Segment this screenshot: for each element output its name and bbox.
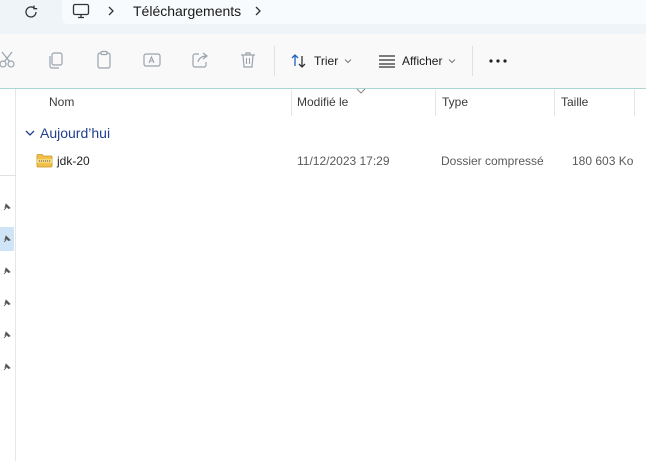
sort-descending-icon bbox=[356, 88, 366, 94]
chevron-down-icon bbox=[449, 59, 456, 64]
pin-icon[interactable] bbox=[0, 195, 14, 219]
column-divider[interactable] bbox=[554, 90, 555, 116]
view-button[interactable]: Afficher bbox=[378, 46, 462, 76]
file-row[interactable]: jdk-20 11/12/2023 17:29 Dossier compress… bbox=[20, 150, 646, 172]
pin-icon[interactable] bbox=[0, 259, 14, 283]
rename-icon[interactable] bbox=[142, 50, 162, 70]
column-divider[interactable] bbox=[634, 90, 635, 116]
navigation-pane bbox=[0, 89, 16, 461]
group-label: Aujourd’hui bbox=[40, 125, 111, 141]
file-explorer-window: Téléchargements Trier Afficher Nom Modif… bbox=[0, 0, 646, 461]
toolbar-divider bbox=[472, 46, 473, 76]
address-bar-area: Téléchargements bbox=[0, 0, 646, 34]
refresh-icon[interactable] bbox=[22, 3, 40, 21]
address-bar[interactable]: Téléchargements bbox=[62, 0, 646, 24]
pin-icon[interactable] bbox=[0, 291, 14, 315]
chevron-down-icon bbox=[25, 130, 35, 136]
sort-button[interactable]: Trier bbox=[290, 46, 358, 76]
more-icon[interactable] bbox=[486, 52, 510, 70]
this-pc-icon[interactable] bbox=[72, 3, 90, 19]
paste-icon[interactable] bbox=[94, 50, 114, 70]
view-list-icon bbox=[379, 55, 395, 68]
column-header-modified[interactable]: Modifié le bbox=[297, 90, 348, 114]
nav-divider bbox=[0, 175, 16, 176]
breadcrumb-chevron-icon[interactable] bbox=[253, 4, 263, 18]
file-type: Dossier compressé bbox=[441, 154, 544, 168]
delete-icon[interactable] bbox=[238, 50, 258, 70]
chevron-down-icon bbox=[344, 59, 352, 64]
group-header-today[interactable]: Aujourd’hui bbox=[24, 123, 110, 143]
command-bar: Trier Afficher bbox=[0, 34, 646, 89]
column-divider[interactable] bbox=[291, 90, 292, 116]
copy-icon[interactable] bbox=[46, 50, 66, 70]
pin-icon[interactable] bbox=[0, 323, 14, 347]
file-modified: 11/12/2023 17:29 bbox=[297, 154, 390, 168]
file-name: jdk-20 bbox=[57, 154, 90, 168]
file-size: 180 603 Ko bbox=[572, 154, 634, 168]
sort-label: Trier bbox=[314, 54, 339, 68]
pin-icon[interactable] bbox=[0, 227, 14, 251]
zip-folder-icon bbox=[36, 154, 53, 168]
column-header-size[interactable]: Taille bbox=[561, 90, 588, 114]
toolbar-divider bbox=[274, 46, 275, 76]
view-label: Afficher bbox=[402, 54, 443, 68]
cut-icon[interactable] bbox=[0, 50, 18, 70]
breadcrumb-chevron-icon[interactable] bbox=[106, 4, 116, 18]
column-header-name[interactable]: Nom bbox=[49, 90, 74, 114]
breadcrumb-downloads[interactable]: Téléchargements bbox=[133, 3, 241, 19]
pin-icon[interactable] bbox=[0, 355, 14, 379]
sort-icon bbox=[291, 54, 306, 68]
share-icon[interactable] bbox=[190, 50, 210, 70]
column-divider[interactable] bbox=[435, 90, 436, 116]
column-header-type[interactable]: Type bbox=[442, 90, 468, 114]
